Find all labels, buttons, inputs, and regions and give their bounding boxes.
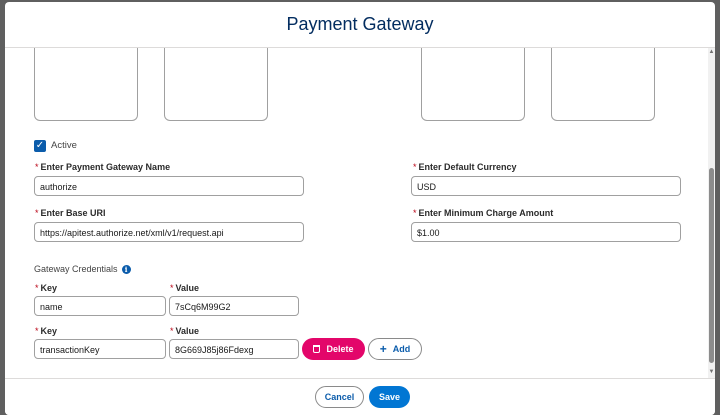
scroll-down-arrow-icon[interactable]: ▼ bbox=[708, 368, 715, 376]
min-charge-input[interactable]: $1.00 bbox=[411, 222, 681, 242]
cancel-button[interactable]: Cancel bbox=[315, 386, 364, 408]
payment-gateway-modal: Payment Gateway ✓ Active * Enter Payment … bbox=[5, 2, 715, 415]
save-button[interactable]: Save bbox=[369, 386, 410, 408]
trash-icon bbox=[313, 345, 321, 353]
default-currency-input[interactable]: USD bbox=[411, 176, 681, 196]
credential-value-input[interactable]: 7sCq6M99G2 bbox=[169, 296, 299, 316]
credential-key-label: * Key bbox=[35, 283, 58, 293]
plus-icon: + bbox=[379, 342, 387, 356]
scrollbar-thumb[interactable] bbox=[709, 168, 714, 363]
active-checkbox[interactable]: ✓ bbox=[34, 140, 46, 152]
active-label: Active bbox=[51, 140, 77, 151]
modal-title: Payment Gateway bbox=[286, 14, 434, 34]
base-uri-label: * Enter Base URI bbox=[35, 208, 106, 218]
credential-value-label: * Value bbox=[170, 283, 200, 293]
delete-credential-button[interactable]: Delete bbox=[302, 338, 365, 360]
gateway-name-label: * Enter Payment Gateway Name bbox=[35, 162, 171, 172]
image-tile[interactable] bbox=[421, 48, 525, 121]
add-credential-button[interactable]: + Add bbox=[368, 338, 422, 360]
credential-value-label: * Value bbox=[170, 326, 200, 336]
credential-key-label: * Key bbox=[35, 326, 58, 336]
info-icon[interactable]: i bbox=[121, 264, 131, 274]
default-currency-label: * Enter Default Currency bbox=[413, 162, 517, 172]
image-tile[interactable] bbox=[551, 48, 655, 121]
credential-key-input[interactable]: transactionKey bbox=[34, 339, 166, 359]
scroll-up-arrow-icon[interactable]: ▲ bbox=[708, 48, 715, 56]
image-tile[interactable] bbox=[164, 48, 268, 121]
gateway-name-input[interactable]: authorize bbox=[34, 176, 304, 196]
modal-body[interactable]: ✓ Active * Enter Payment Gateway Name aut… bbox=[5, 48, 715, 378]
credential-value-input[interactable]: 8G669J85j86Fdexg bbox=[169, 339, 299, 359]
modal-header: Payment Gateway bbox=[5, 2, 715, 48]
gateway-credentials-heading: Gateway Credentials i bbox=[34, 264, 131, 274]
image-tile[interactable] bbox=[34, 48, 138, 121]
vertical-scrollbar[interactable]: ▲ ▼ bbox=[708, 48, 715, 378]
modal-footer: Cancel Save bbox=[5, 378, 715, 415]
base-uri-input[interactable]: https://apitest.authorize.net/xml/v1/req… bbox=[34, 222, 304, 242]
min-charge-label: * Enter Minimum Charge Amount bbox=[413, 208, 554, 218]
credential-key-input[interactable]: name bbox=[34, 296, 166, 316]
